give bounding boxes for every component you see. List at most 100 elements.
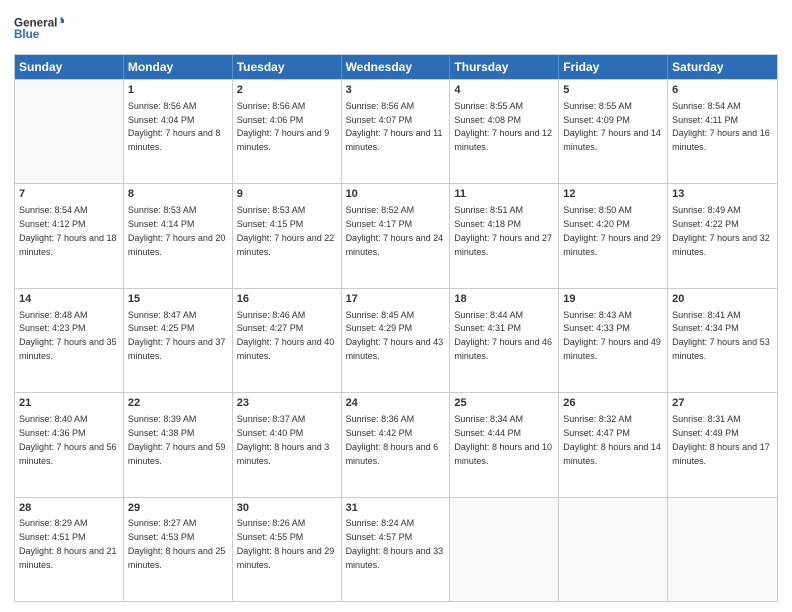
day-number: 10 bbox=[346, 187, 446, 202]
calendar-row-1: 7 Sunrise: 8:54 AMSunset: 4:12 PMDayligh… bbox=[15, 183, 777, 287]
cell-info: Sunrise: 8:34 AMSunset: 4:44 PMDaylight:… bbox=[454, 414, 552, 465]
day-number: 19 bbox=[563, 292, 663, 307]
cal-cell-0-3: 3 Sunrise: 8:56 AMSunset: 4:07 PMDayligh… bbox=[342, 80, 451, 183]
cal-cell-1-2: 9 Sunrise: 8:53 AMSunset: 4:15 PMDayligh… bbox=[233, 184, 342, 287]
cal-cell-3-2: 23 Sunrise: 8:37 AMSunset: 4:40 PMDaylig… bbox=[233, 393, 342, 496]
header-cell-tuesday: Tuesday bbox=[233, 55, 342, 79]
cal-cell-4-5 bbox=[559, 498, 668, 601]
cell-info: Sunrise: 8:44 AMSunset: 4:31 PMDaylight:… bbox=[454, 310, 552, 361]
cal-cell-3-6: 27 Sunrise: 8:31 AMSunset: 4:49 PMDaylig… bbox=[668, 393, 777, 496]
cell-info: Sunrise: 8:26 AMSunset: 4:55 PMDaylight:… bbox=[237, 518, 335, 569]
cell-info: Sunrise: 8:49 AMSunset: 4:22 PMDaylight:… bbox=[672, 205, 770, 256]
day-number: 28 bbox=[19, 501, 119, 516]
cal-cell-1-3: 10 Sunrise: 8:52 AMSunset: 4:17 PMDaylig… bbox=[342, 184, 451, 287]
cal-cell-2-5: 19 Sunrise: 8:43 AMSunset: 4:33 PMDaylig… bbox=[559, 289, 668, 392]
day-number: 18 bbox=[454, 292, 554, 307]
day-number: 15 bbox=[128, 292, 228, 307]
cal-cell-0-0 bbox=[15, 80, 124, 183]
cal-cell-3-4: 25 Sunrise: 8:34 AMSunset: 4:44 PMDaylig… bbox=[450, 393, 559, 496]
cal-cell-4-1: 29 Sunrise: 8:27 AMSunset: 4:53 PMDaylig… bbox=[124, 498, 233, 601]
day-number: 16 bbox=[237, 292, 337, 307]
day-number: 6 bbox=[672, 83, 773, 98]
cell-info: Sunrise: 8:41 AMSunset: 4:34 PMDaylight:… bbox=[672, 310, 770, 361]
cal-cell-3-5: 26 Sunrise: 8:32 AMSunset: 4:47 PMDaylig… bbox=[559, 393, 668, 496]
cal-cell-4-0: 28 Sunrise: 8:29 AMSunset: 4:51 PMDaylig… bbox=[15, 498, 124, 601]
cal-cell-4-6 bbox=[668, 498, 777, 601]
cell-info: Sunrise: 8:53 AMSunset: 4:14 PMDaylight:… bbox=[128, 205, 226, 256]
cell-info: Sunrise: 8:53 AMSunset: 4:15 PMDaylight:… bbox=[237, 205, 335, 256]
cell-info: Sunrise: 8:46 AMSunset: 4:27 PMDaylight:… bbox=[237, 310, 335, 361]
day-number: 3 bbox=[346, 83, 446, 98]
day-number: 26 bbox=[563, 396, 663, 411]
cal-cell-0-5: 5 Sunrise: 8:55 AMSunset: 4:09 PMDayligh… bbox=[559, 80, 668, 183]
day-number: 9 bbox=[237, 187, 337, 202]
calendar-row-2: 14 Sunrise: 8:48 AMSunset: 4:23 PMDaylig… bbox=[15, 288, 777, 392]
cell-info: Sunrise: 8:32 AMSunset: 4:47 PMDaylight:… bbox=[563, 414, 661, 465]
cal-cell-4-4 bbox=[450, 498, 559, 601]
cal-cell-3-1: 22 Sunrise: 8:39 AMSunset: 4:38 PMDaylig… bbox=[124, 393, 233, 496]
svg-text:Blue: Blue bbox=[14, 28, 40, 41]
cell-info: Sunrise: 8:47 AMSunset: 4:25 PMDaylight:… bbox=[128, 310, 226, 361]
day-number: 20 bbox=[672, 292, 773, 307]
cal-cell-1-4: 11 Sunrise: 8:51 AMSunset: 4:18 PMDaylig… bbox=[450, 184, 559, 287]
header-cell-saturday: Saturday bbox=[668, 55, 777, 79]
cell-info: Sunrise: 8:52 AMSunset: 4:17 PMDaylight:… bbox=[346, 205, 444, 256]
day-number: 13 bbox=[672, 187, 773, 202]
day-number: 12 bbox=[563, 187, 663, 202]
day-number: 11 bbox=[454, 187, 554, 202]
cell-info: Sunrise: 8:24 AMSunset: 4:57 PMDaylight:… bbox=[346, 518, 444, 569]
day-number: 5 bbox=[563, 83, 663, 98]
day-number: 22 bbox=[128, 396, 228, 411]
cal-cell-2-2: 16 Sunrise: 8:46 AMSunset: 4:27 PMDaylig… bbox=[233, 289, 342, 392]
day-number: 7 bbox=[19, 187, 119, 202]
day-number: 24 bbox=[346, 396, 446, 411]
calendar-header-row: SundayMondayTuesdayWednesdayThursdayFrid… bbox=[15, 55, 777, 79]
cell-info: Sunrise: 8:55 AMSunset: 4:08 PMDaylight:… bbox=[454, 101, 552, 152]
cal-cell-3-3: 24 Sunrise: 8:36 AMSunset: 4:42 PMDaylig… bbox=[342, 393, 451, 496]
header-cell-friday: Friday bbox=[559, 55, 668, 79]
cal-cell-1-1: 8 Sunrise: 8:53 AMSunset: 4:14 PMDayligh… bbox=[124, 184, 233, 287]
calendar: SundayMondayTuesdayWednesdayThursdayFrid… bbox=[14, 54, 778, 602]
day-number: 1 bbox=[128, 83, 228, 98]
cell-info: Sunrise: 8:31 AMSunset: 4:49 PMDaylight:… bbox=[672, 414, 770, 465]
cell-info: Sunrise: 8:29 AMSunset: 4:51 PMDaylight:… bbox=[19, 518, 117, 569]
day-number: 31 bbox=[346, 501, 446, 516]
cell-info: Sunrise: 8:56 AMSunset: 4:04 PMDaylight:… bbox=[128, 101, 221, 152]
cell-info: Sunrise: 8:51 AMSunset: 4:18 PMDaylight:… bbox=[454, 205, 552, 256]
day-number: 21 bbox=[19, 396, 119, 411]
logo: General Blue bbox=[14, 10, 64, 46]
cal-cell-4-3: 31 Sunrise: 8:24 AMSunset: 4:57 PMDaylig… bbox=[342, 498, 451, 601]
cell-info: Sunrise: 8:27 AMSunset: 4:53 PMDaylight:… bbox=[128, 518, 226, 569]
cal-cell-0-6: 6 Sunrise: 8:54 AMSunset: 4:11 PMDayligh… bbox=[668, 80, 777, 183]
cell-info: Sunrise: 8:37 AMSunset: 4:40 PMDaylight:… bbox=[237, 414, 330, 465]
cell-info: Sunrise: 8:48 AMSunset: 4:23 PMDaylight:… bbox=[19, 310, 117, 361]
header: General Blue bbox=[14, 10, 778, 46]
logo-svg: General Blue bbox=[14, 10, 64, 46]
cal-cell-1-0: 7 Sunrise: 8:54 AMSunset: 4:12 PMDayligh… bbox=[15, 184, 124, 287]
day-number: 8 bbox=[128, 187, 228, 202]
cal-cell-2-6: 20 Sunrise: 8:41 AMSunset: 4:34 PMDaylig… bbox=[668, 289, 777, 392]
day-number: 2 bbox=[237, 83, 337, 98]
calendar-row-0: 1 Sunrise: 8:56 AMSunset: 4:04 PMDayligh… bbox=[15, 79, 777, 183]
cell-info: Sunrise: 8:56 AMSunset: 4:06 PMDaylight:… bbox=[237, 101, 330, 152]
cal-cell-4-2: 30 Sunrise: 8:26 AMSunset: 4:55 PMDaylig… bbox=[233, 498, 342, 601]
day-number: 23 bbox=[237, 396, 337, 411]
cal-cell-1-6: 13 Sunrise: 8:49 AMSunset: 4:22 PMDaylig… bbox=[668, 184, 777, 287]
calendar-body: 1 Sunrise: 8:56 AMSunset: 4:04 PMDayligh… bbox=[15, 79, 777, 601]
cal-cell-1-5: 12 Sunrise: 8:50 AMSunset: 4:20 PMDaylig… bbox=[559, 184, 668, 287]
day-number: 17 bbox=[346, 292, 446, 307]
header-cell-monday: Monday bbox=[124, 55, 233, 79]
cal-cell-2-4: 18 Sunrise: 8:44 AMSunset: 4:31 PMDaylig… bbox=[450, 289, 559, 392]
cell-info: Sunrise: 8:43 AMSunset: 4:33 PMDaylight:… bbox=[563, 310, 661, 361]
cal-cell-2-1: 15 Sunrise: 8:47 AMSunset: 4:25 PMDaylig… bbox=[124, 289, 233, 392]
header-cell-wednesday: Wednesday bbox=[342, 55, 451, 79]
cal-cell-3-0: 21 Sunrise: 8:40 AMSunset: 4:36 PMDaylig… bbox=[15, 393, 124, 496]
calendar-row-3: 21 Sunrise: 8:40 AMSunset: 4:36 PMDaylig… bbox=[15, 392, 777, 496]
cell-info: Sunrise: 8:50 AMSunset: 4:20 PMDaylight:… bbox=[563, 205, 661, 256]
cell-info: Sunrise: 8:56 AMSunset: 4:07 PMDaylight:… bbox=[346, 101, 443, 152]
day-number: 4 bbox=[454, 83, 554, 98]
cell-info: Sunrise: 8:39 AMSunset: 4:38 PMDaylight:… bbox=[128, 414, 226, 465]
day-number: 30 bbox=[237, 501, 337, 516]
cell-info: Sunrise: 8:55 AMSunset: 4:09 PMDaylight:… bbox=[563, 101, 661, 152]
calendar-row-4: 28 Sunrise: 8:29 AMSunset: 4:51 PMDaylig… bbox=[15, 497, 777, 601]
